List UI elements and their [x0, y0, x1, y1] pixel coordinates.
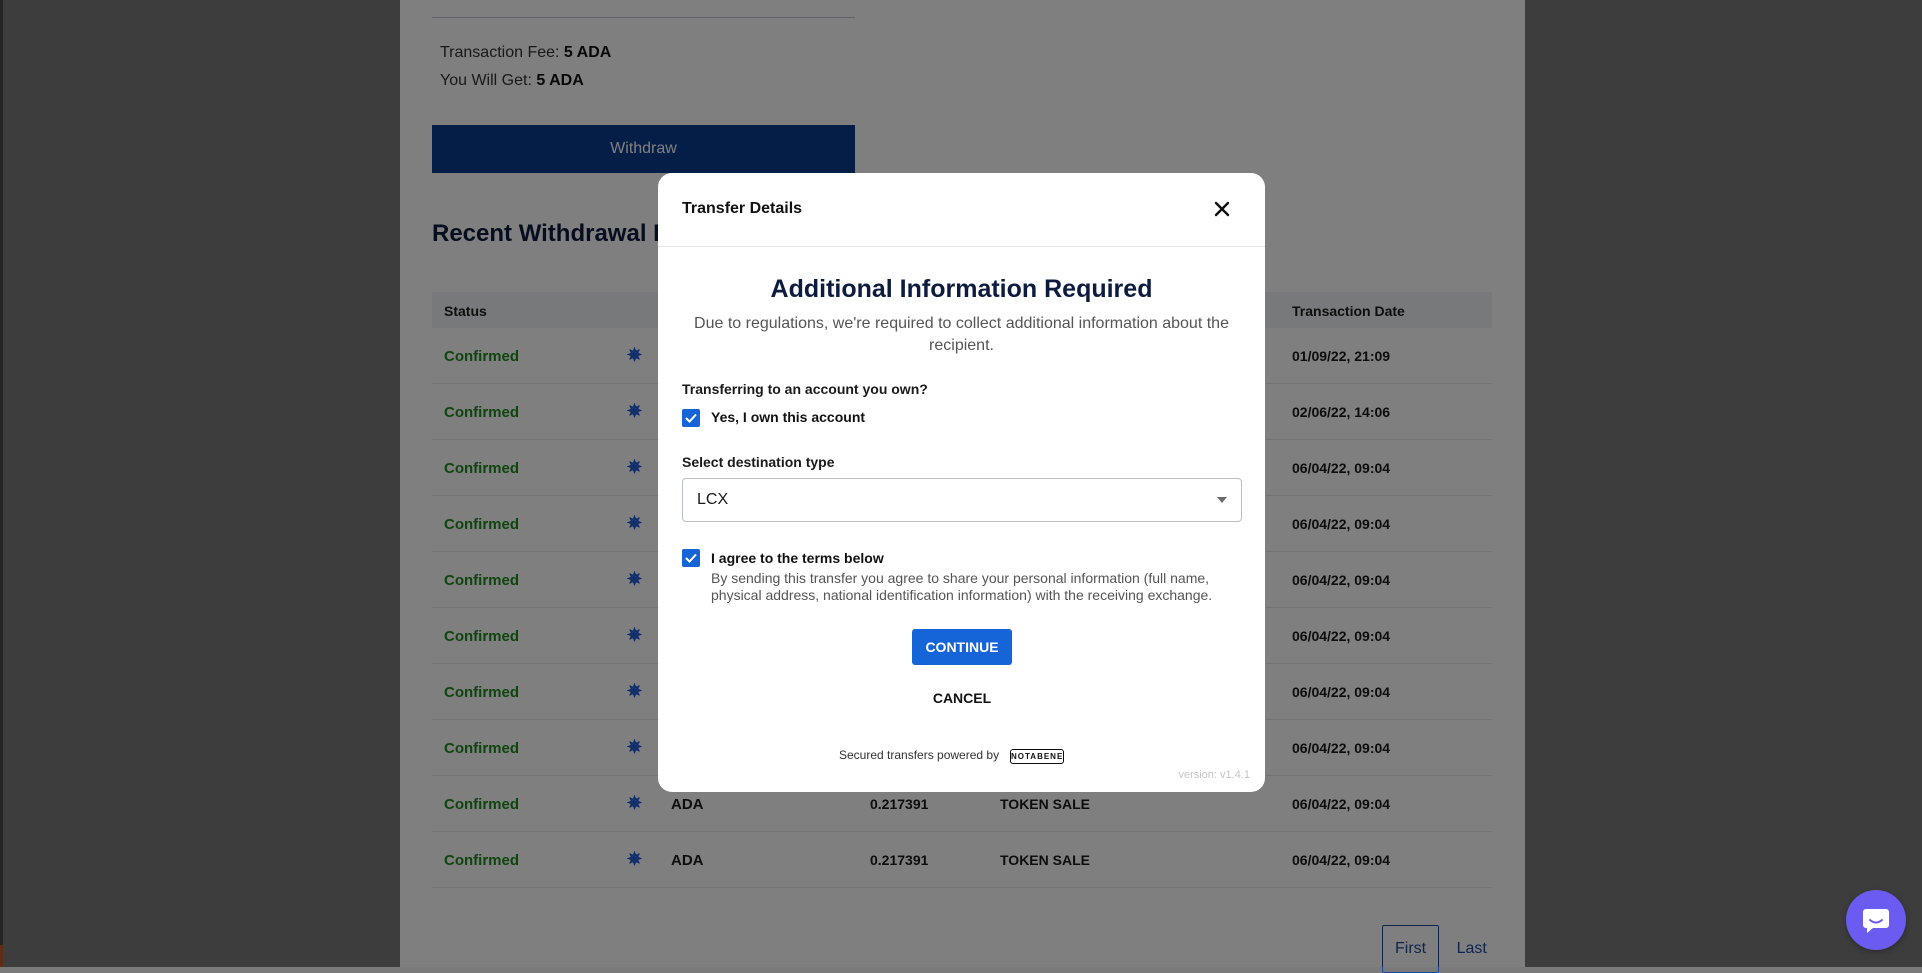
modal-subtext: Due to regulations, we're required to co…: [694, 315, 1229, 354]
cancel-button[interactable]: CANCEL: [912, 682, 1012, 714]
continue-button[interactable]: CONTINUE: [912, 629, 1012, 665]
destination-type-value: LCX: [697, 491, 729, 508]
own-account-checkbox[interactable]: [682, 409, 700, 427]
notabene-logo: NOTABENE: [1010, 749, 1064, 764]
checkmark-icon: [685, 413, 697, 423]
terms-checkbox[interactable]: [682, 549, 700, 567]
powered-by-text: Secured transfers powered by: [839, 748, 1000, 762]
close-icon[interactable]: [1209, 196, 1235, 222]
modal-title: Transfer Details: [682, 200, 803, 217]
chat-widget-button[interactable]: [1846, 890, 1906, 950]
modal-heading: Additional Information Required: [770, 275, 1153, 303]
own-account-checkbox-label: Yes, I own this account: [711, 409, 866, 425]
modal-header: Transfer Details: [658, 173, 1265, 247]
checkmark-icon: [685, 553, 697, 563]
terms-checkbox-label: I agree to the terms below: [711, 550, 884, 566]
destination-type-label: Select destination type: [682, 454, 835, 470]
terms-text: By sending this transfer you agree to sh…: [711, 570, 1213, 603]
dropdown-arrow-icon: [1217, 497, 1227, 503]
transfer-details-modal: Transfer Details Additional Information …: [658, 173, 1265, 792]
version-label: version: v1.4.1: [1178, 769, 1250, 781]
own-account-question: Transferring to an account you own?: [682, 381, 928, 397]
destination-type-select[interactable]: LCX: [682, 478, 1242, 522]
chat-icon: [1863, 909, 1889, 933]
